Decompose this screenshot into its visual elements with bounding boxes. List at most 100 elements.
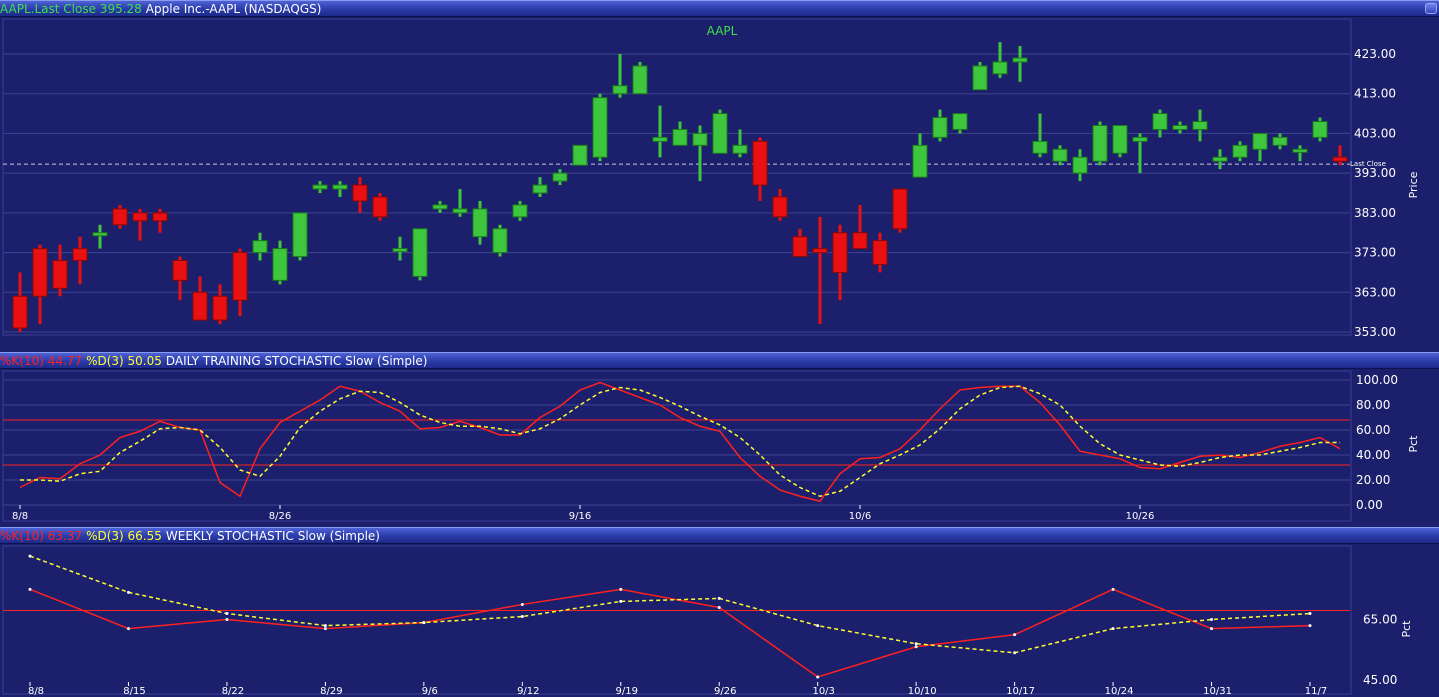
candle-body bbox=[832, 232, 848, 273]
candle-body bbox=[132, 212, 148, 222]
weekly-x-tick-label: 9/6 bbox=[422, 686, 438, 697]
weekly-x-tick-label: 11/7 bbox=[1305, 686, 1327, 697]
candle-body bbox=[412, 228, 428, 277]
daily-stochastic-panel: %K(10) 44.77 %D(3) 50.05 DAILY TRAINING ST… bbox=[0, 352, 1439, 527]
candle-body bbox=[172, 260, 188, 281]
weekly-tick-label: 65.00 bbox=[1363, 613, 1397, 627]
weekly-d-series-line bbox=[29, 555, 1311, 654]
weekly-data-point bbox=[520, 615, 524, 619]
daily-x-tick-label: 8/8 bbox=[12, 511, 28, 522]
candle-body bbox=[1252, 132, 1268, 150]
weekly-data-point bbox=[1013, 651, 1017, 655]
daily-tick-label: 80.00 bbox=[1356, 398, 1390, 412]
candle-body bbox=[752, 140, 768, 186]
daily-k-label: %K(10) 44.77 bbox=[0, 354, 83, 368]
weekly-x-tick-label: 8/29 bbox=[320, 686, 342, 697]
price-panel: AAPL.Last Close 395.28 Apple Inc.-AAPL (N… bbox=[0, 0, 1439, 352]
weekly-x-tick-label: 10/24 bbox=[1105, 686, 1134, 697]
candle-body bbox=[1032, 140, 1048, 154]
daily-stochastic-chart: 100.00 80.00 60.00 40.00 20.00 0.00 Pct 8/8 8/26… bbox=[2, 370, 1420, 522]
weekly-x-tick-label: 10/31 bbox=[1203, 686, 1232, 697]
candle-body bbox=[492, 228, 508, 254]
last-close-label: Last Close bbox=[1350, 160, 1386, 168]
candle-body bbox=[732, 144, 748, 154]
daily-axis-label: Pct bbox=[1407, 435, 1420, 453]
price-chart: 423.00 413.00 403.00 393.00 383.00 373.00 363.… bbox=[2, 18, 1420, 339]
weekly-title: WEEKLY STOCHASTIC Slow (Simple) bbox=[165, 529, 380, 543]
candle-body bbox=[1312, 121, 1328, 138]
candle-body bbox=[12, 295, 28, 329]
candle-body bbox=[332, 184, 348, 190]
daily-d-label: %D(3) 50.05 bbox=[86, 354, 162, 368]
candle-body bbox=[812, 248, 828, 254]
weekly-x-tick-label: 8/22 bbox=[222, 686, 244, 697]
candle-body bbox=[1292, 148, 1308, 153]
plot-frame bbox=[2, 370, 1352, 522]
candle-body bbox=[612, 85, 628, 95]
candle-body bbox=[1232, 144, 1248, 158]
panel-scroll-button[interactable] bbox=[1425, 3, 1437, 14]
candle-body bbox=[992, 61, 1008, 75]
weekly-data-point bbox=[422, 621, 426, 625]
weekly-data-point bbox=[717, 596, 721, 600]
weekly-k-series-line bbox=[29, 588, 1311, 678]
candle-body bbox=[1332, 156, 1348, 162]
weekly-tick-label: 45.00 bbox=[1363, 673, 1397, 687]
daily-stochastic-header: %K(10) 44.77 %D(3) 50.05 DAILY TRAINING ST… bbox=[0, 352, 1439, 369]
candle-body bbox=[572, 144, 588, 166]
candle-body bbox=[932, 117, 948, 138]
weekly-data-point bbox=[914, 645, 918, 649]
weekly-data-point bbox=[126, 627, 130, 631]
candle-body bbox=[852, 232, 868, 250]
weekly-data-point bbox=[717, 605, 721, 609]
weekly-data-point bbox=[1111, 627, 1115, 631]
candle-body bbox=[1192, 121, 1208, 130]
price-tick-label: 423.00 bbox=[1354, 47, 1396, 61]
weekly-x-tick-label: 9/19 bbox=[616, 686, 638, 697]
price-tick-label: 373.00 bbox=[1354, 246, 1396, 260]
candle-body bbox=[952, 113, 968, 130]
candle-body bbox=[32, 248, 48, 297]
daily-tick-label: 60.00 bbox=[1356, 423, 1390, 437]
daily-title: DAILY TRAINING STOCHASTIC Slow (Simple) bbox=[165, 354, 428, 368]
weekly-data-point bbox=[1210, 627, 1214, 631]
candle-body bbox=[792, 236, 808, 258]
weekly-data-point bbox=[1210, 618, 1214, 622]
candle-body bbox=[272, 248, 288, 281]
candle-body bbox=[232, 252, 248, 301]
daily-tick-label: 100.00 bbox=[1356, 373, 1398, 387]
chart-title: AAPL bbox=[707, 24, 738, 38]
price-tick-label: 363.00 bbox=[1354, 285, 1396, 299]
candle-body bbox=[1112, 124, 1128, 154]
candle-body bbox=[712, 113, 728, 154]
price-tick-label: 393.00 bbox=[1354, 166, 1396, 180]
daily-tick-label: 20.00 bbox=[1356, 473, 1390, 487]
candle-body bbox=[692, 132, 708, 146]
weekly-data-point bbox=[126, 590, 130, 594]
daily-tick-label: 40.00 bbox=[1356, 448, 1390, 462]
candle-body bbox=[592, 97, 608, 158]
price-tick-label: 413.00 bbox=[1354, 87, 1396, 101]
candle-body bbox=[772, 196, 788, 218]
candle-body bbox=[372, 196, 388, 218]
weekly-data-point bbox=[28, 554, 32, 558]
weekly-data-point bbox=[1308, 612, 1312, 616]
weekly-data-point bbox=[816, 624, 820, 628]
candle-body bbox=[432, 204, 448, 210]
candle-body bbox=[392, 248, 408, 253]
weekly-d-label: %D(3) 66.55 bbox=[86, 529, 162, 543]
candle-body bbox=[652, 136, 668, 142]
weekly-x-tick-label: 8/8 bbox=[28, 686, 44, 697]
candle-body bbox=[532, 184, 548, 194]
weekly-data-point bbox=[619, 587, 623, 591]
candle-body bbox=[892, 188, 908, 230]
weekly-data-point bbox=[225, 612, 229, 616]
price-tick-label: 383.00 bbox=[1354, 206, 1396, 220]
candle-body bbox=[292, 212, 308, 258]
weekly-data-point bbox=[914, 642, 918, 646]
candle-body bbox=[552, 172, 568, 182]
candle-body bbox=[1152, 113, 1168, 130]
candle-body bbox=[1052, 148, 1068, 162]
candle-body bbox=[972, 65, 988, 91]
candle-body bbox=[92, 232, 108, 237]
